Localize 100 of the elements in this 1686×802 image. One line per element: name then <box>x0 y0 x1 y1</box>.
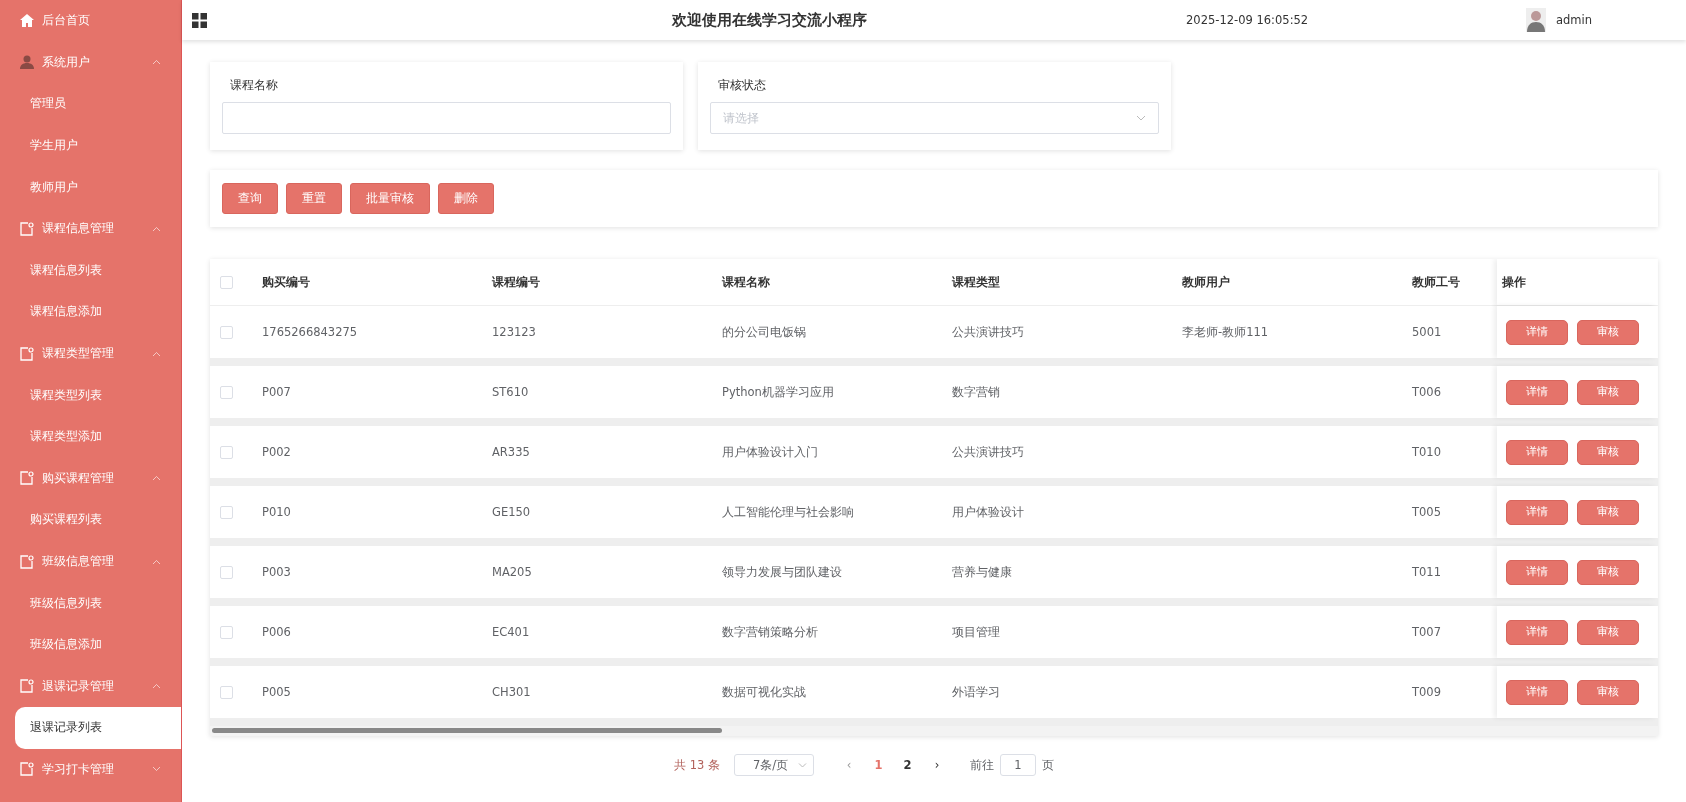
menu-item[interactable]: 班级信息添加 <box>0 623 181 666</box>
document-icon <box>20 221 34 236</box>
table-cell: 的分公司电饭锅 <box>722 324 806 340</box>
table-cell: P006 <box>262 625 291 639</box>
document-icon <box>20 554 34 569</box>
table-cell: 项目管理 <box>952 624 1000 640</box>
table-cell: GE150 <box>492 505 531 519</box>
goto-label: 前往 <box>969 757 994 773</box>
goto-field[interactable]: 1 <box>999 754 1036 776</box>
datetime-text: 2025-12-09 16:05:52 <box>1186 13 1310 27</box>
menu-group[interactable]: 学习打卡管理 <box>0 748 181 791</box>
menu-item[interactable]: 购买课程列表 <box>0 499 181 541</box>
field-label: 课程名称 <box>229 78 279 93</box>
checkbox[interactable] <box>220 565 233 579</box>
row-button[interactable]: 审核 <box>1577 499 1639 525</box>
row-button[interactable]: 审核 <box>1577 319 1639 345</box>
page-number[interactable]: 1 <box>863 758 893 772</box>
document-icon <box>20 471 34 486</box>
table-cell: P010 <box>262 505 291 519</box>
checkbox[interactable] <box>220 445 233 459</box>
table-cell: AR335 <box>492 445 530 459</box>
row-button[interactable]: 审核 <box>1577 559 1639 585</box>
table-cell: 李老师-教师111 <box>1182 324 1269 340</box>
action-button[interactable]: 查询 <box>222 183 278 214</box>
action-button[interactable]: 批量审核 <box>350 183 430 214</box>
table-cell: P007 <box>262 385 291 399</box>
menu-item[interactable]: 班级信息列表 <box>0 582 181 624</box>
table-cell: 数据可视化实战 <box>722 684 806 700</box>
checkbox[interactable] <box>220 275 233 289</box>
column-header: 操作 <box>1502 274 1526 290</box>
menu-group[interactable]: 课程信息管理 <box>0 207 181 250</box>
row-button[interactable]: 审核 <box>1577 379 1639 405</box>
menu-item[interactable]: 课程信息添加 <box>0 291 181 333</box>
checkbox[interactable] <box>220 325 233 339</box>
next-page[interactable]: › <box>921 758 952 772</box>
table-cell: 5001 <box>1412 325 1442 339</box>
table-cell: T007 <box>1412 625 1441 639</box>
prev-page[interactable]: ‹ <box>833 758 864 772</box>
home-icon <box>20 14 34 28</box>
document-icon <box>20 762 34 777</box>
menu-item[interactable]: 课程类型列表 <box>0 374 181 416</box>
row-button[interactable]: 详情 <box>1506 619 1568 645</box>
chevron-icon <box>1136 115 1146 121</box>
menu-item[interactable]: 教师用户 <box>0 166 181 208</box>
menu-group[interactable]: 购买课程管理 <box>0 457 181 500</box>
row-button[interactable]: 详情 <box>1506 439 1568 465</box>
table-cell: CH301 <box>492 685 531 699</box>
action-button[interactable]: 重置 <box>286 183 342 214</box>
table-cell: T010 <box>1412 445 1441 459</box>
field-label: 审核状态 <box>717 78 767 93</box>
menu-group[interactable]: 课程类型管理 <box>0 332 181 375</box>
table-cell: 公共演讲技巧 <box>952 444 1024 460</box>
menu-item[interactable]: 后台首页 <box>0 0 181 42</box>
username[interactable]: admin <box>1556 13 1593 27</box>
goto-suffix: 页 <box>1041 757 1054 773</box>
row-button[interactable]: 审核 <box>1577 679 1639 705</box>
table-cell: 营养与健康 <box>952 564 1012 580</box>
table-cell: T009 <box>1412 685 1441 699</box>
table-cell: 公共演讲技巧 <box>952 324 1024 340</box>
row-button[interactable]: 详情 <box>1506 379 1568 405</box>
row-button[interactable]: 详情 <box>1506 319 1568 345</box>
menu-group[interactable]: 退课记录管理 <box>0 665 181 708</box>
avatar-icon[interactable] <box>1526 8 1546 32</box>
table-cell: T011 <box>1412 565 1441 579</box>
placeholder: 请选择 <box>723 110 759 126</box>
menu-group[interactable]: 班级信息管理 <box>0 540 181 583</box>
table-cell: 用户体验设计 <box>952 504 1024 520</box>
checkbox[interactable] <box>220 385 233 399</box>
select-field[interactable]: 请选择 <box>710 102 1159 134</box>
action-button[interactable]: 删除 <box>438 183 494 214</box>
menu-item[interactable]: 管理员 <box>0 83 181 125</box>
grid-icon[interactable] <box>192 12 207 28</box>
row-button[interactable]: 详情 <box>1506 679 1568 705</box>
menu-item[interactable]: 课程类型添加 <box>0 415 181 458</box>
page-number[interactable]: 2 <box>892 758 922 772</box>
menu-group[interactable]: 系统用户 <box>0 41 181 84</box>
row-button[interactable]: 审核 <box>1577 619 1639 645</box>
checkbox[interactable] <box>220 625 233 639</box>
menu-item[interactable]: 课程信息列表 <box>0 249 181 292</box>
table-cell: 数字营销策略分析 <box>722 624 818 640</box>
table-cell: P005 <box>262 685 291 699</box>
page-size-select[interactable]: 7条/页 <box>733 754 814 776</box>
row-button[interactable]: 审核 <box>1577 439 1639 465</box>
row-button[interactable]: 详情 <box>1506 559 1568 585</box>
input-field[interactable] <box>222 102 671 134</box>
row-button[interactable]: 详情 <box>1506 499 1568 525</box>
table-cell: P003 <box>262 565 291 579</box>
column-header: 购买编号 <box>262 274 310 290</box>
menu-item[interactable]: 学生用户 <box>0 124 181 167</box>
scrollbar[interactable] <box>210 726 1658 736</box>
column-header: 课程编号 <box>492 274 540 290</box>
column-header: 课程名称 <box>722 274 770 290</box>
document-icon <box>20 679 34 694</box>
checkbox[interactable] <box>220 685 233 699</box>
menu-item[interactable]: 退课记录列表 <box>15 707 181 749</box>
column-header: 课程类型 <box>952 274 1000 290</box>
table-cell: T005 <box>1412 505 1441 519</box>
checkbox[interactable] <box>220 505 233 519</box>
table-cell: 1765266843275 <box>262 325 358 339</box>
table-cell: ST610 <box>492 385 529 399</box>
